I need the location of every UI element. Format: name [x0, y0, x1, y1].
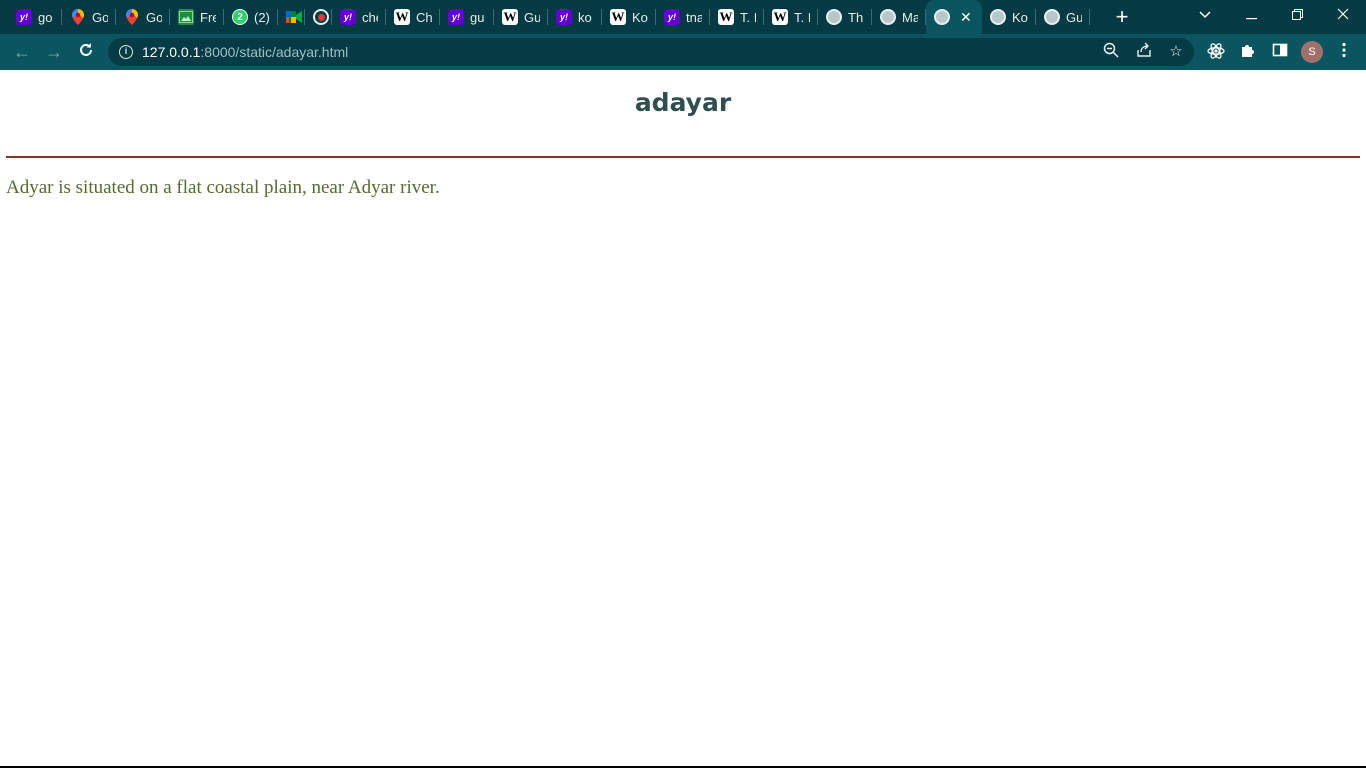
tab-title: Ko — [1012, 9, 1028, 25]
tab-title: tna — [686, 9, 702, 25]
tab-title: go — [38, 9, 53, 25]
tab-title: Fre — [200, 9, 216, 25]
tab-active[interactable]: ✕ — [926, 0, 982, 34]
tab[interactable]: W T. I — [764, 0, 818, 34]
tab[interactable] — [305, 0, 332, 34]
globe-icon — [934, 9, 950, 25]
whatsapp-icon: 2 — [232, 9, 248, 25]
tab[interactable]: 2 (2) — [224, 0, 278, 34]
globe-icon — [880, 9, 896, 25]
side-panel-icon[interactable] — [1270, 42, 1290, 62]
tab-title: Ch — [416, 9, 432, 25]
tab[interactable] — [278, 0, 305, 34]
close-tab-icon[interactable]: ✕ — [960, 9, 972, 26]
close-window-button[interactable] — [1320, 0, 1366, 30]
tab-title: ko — [578, 9, 592, 25]
tab-title: che — [362, 9, 378, 25]
tab-title: T. I — [740, 9, 756, 25]
profile-avatar[interactable]: S — [1301, 41, 1323, 63]
wikipedia-icon: W — [718, 9, 734, 25]
tab-title: T. I — [794, 9, 810, 25]
tab[interactable]: y! che — [332, 0, 386, 34]
yahoo-icon: y! — [340, 9, 356, 25]
reload-button[interactable] — [74, 40, 98, 64]
new-tab-button[interactable]: + — [1110, 5, 1134, 29]
bookmark-star-icon[interactable]: ☆ — [1166, 42, 1186, 62]
tab-title: Th — [848, 9, 864, 25]
maps-pin-icon — [124, 9, 140, 25]
tab[interactable]: Ma — [872, 0, 926, 34]
tab-title: Ma — [902, 9, 918, 25]
url-path: :8000/static/adayar.html — [200, 44, 349, 60]
tab[interactable]: y! gu — [440, 0, 494, 34]
tab-title: Ko — [632, 9, 648, 25]
menu-kebab-icon[interactable] — [1334, 42, 1354, 62]
horizontal-rule — [6, 156, 1360, 158]
back-button[interactable]: ← — [10, 40, 34, 64]
yahoo-icon: y! — [664, 9, 680, 25]
maps-pin-icon — [70, 9, 86, 25]
tab[interactable]: Go — [116, 0, 170, 34]
browser-toolbar: ← → i 127.0.0.1:8000/static/adayar.html … — [0, 34, 1366, 70]
tab[interactable]: W Ch — [386, 0, 440, 34]
wikipedia-icon: W — [502, 9, 518, 25]
tab-title: (2) — [254, 9, 270, 25]
wikipedia-icon: W — [610, 9, 626, 25]
image-icon — [178, 9, 194, 25]
tab-title: Go — [146, 9, 162, 25]
globe-icon — [1044, 9, 1060, 25]
tab-strip: y! go Go Go Fre 2 (2) y! che W Ch y! gu W Gu y… — [0, 0, 1366, 34]
tab[interactable]: W Gu — [494, 0, 548, 34]
tab-list: y! go Go Go Fre 2 (2) y! che W Ch y! gu W Gu y… — [8, 0, 1090, 34]
tab-title: gu — [470, 9, 485, 25]
url-text[interactable]: 127.0.0.1:8000/static/adayar.html — [142, 44, 348, 60]
recording-icon — [313, 9, 329, 25]
meet-icon — [286, 9, 302, 25]
globe-icon — [990, 9, 1006, 25]
tab[interactable]: y! go — [8, 0, 62, 34]
page-paragraph: Adyar is situated on a flat coastal plai… — [6, 177, 440, 198]
site-info-icon[interactable]: i — [119, 45, 133, 59]
forward-button[interactable]: → — [42, 40, 66, 64]
tab[interactable]: y! tna — [656, 0, 710, 34]
tab-search-button[interactable] — [1182, 0, 1228, 30]
tab[interactable]: Fre — [170, 0, 224, 34]
react-devtools-icon[interactable] — [1206, 42, 1226, 62]
globe-icon — [826, 9, 842, 25]
tab[interactable]: y! ko — [548, 0, 602, 34]
tab[interactable]: Gu — [1036, 0, 1090, 34]
tab-title: Go — [92, 9, 108, 25]
page-heading: adayar — [634, 88, 732, 117]
yahoo-icon: y! — [556, 9, 572, 25]
page-content: adayar Adyar is situated on a flat coast… — [0, 70, 1366, 768]
tab[interactable]: W T. I — [710, 0, 764, 34]
tab-title: Gu — [524, 9, 540, 25]
tab[interactable]: Ko — [982, 0, 1036, 34]
share-icon[interactable] — [1134, 42, 1154, 62]
yahoo-icon: y! — [16, 9, 32, 25]
restore-button[interactable] — [1274, 0, 1320, 30]
url-host: 127.0.0.1 — [142, 44, 201, 60]
tab[interactable]: Th — [818, 0, 872, 34]
zoom-icon[interactable] — [1101, 42, 1121, 62]
tab-title: Gu — [1066, 9, 1082, 25]
tab[interactable]: W Ko — [602, 0, 656, 34]
extensions-puzzle-icon[interactable] — [1238, 42, 1258, 62]
yahoo-icon: y! — [448, 9, 464, 25]
tab[interactable]: Go — [62, 0, 116, 34]
wikipedia-icon: W — [394, 9, 410, 25]
minimize-button[interactable] — [1228, 0, 1274, 30]
wikipedia-icon: W — [772, 9, 788, 25]
address-bar[interactable]: i 127.0.0.1:8000/static/adayar.html ☆ — [108, 38, 1194, 66]
